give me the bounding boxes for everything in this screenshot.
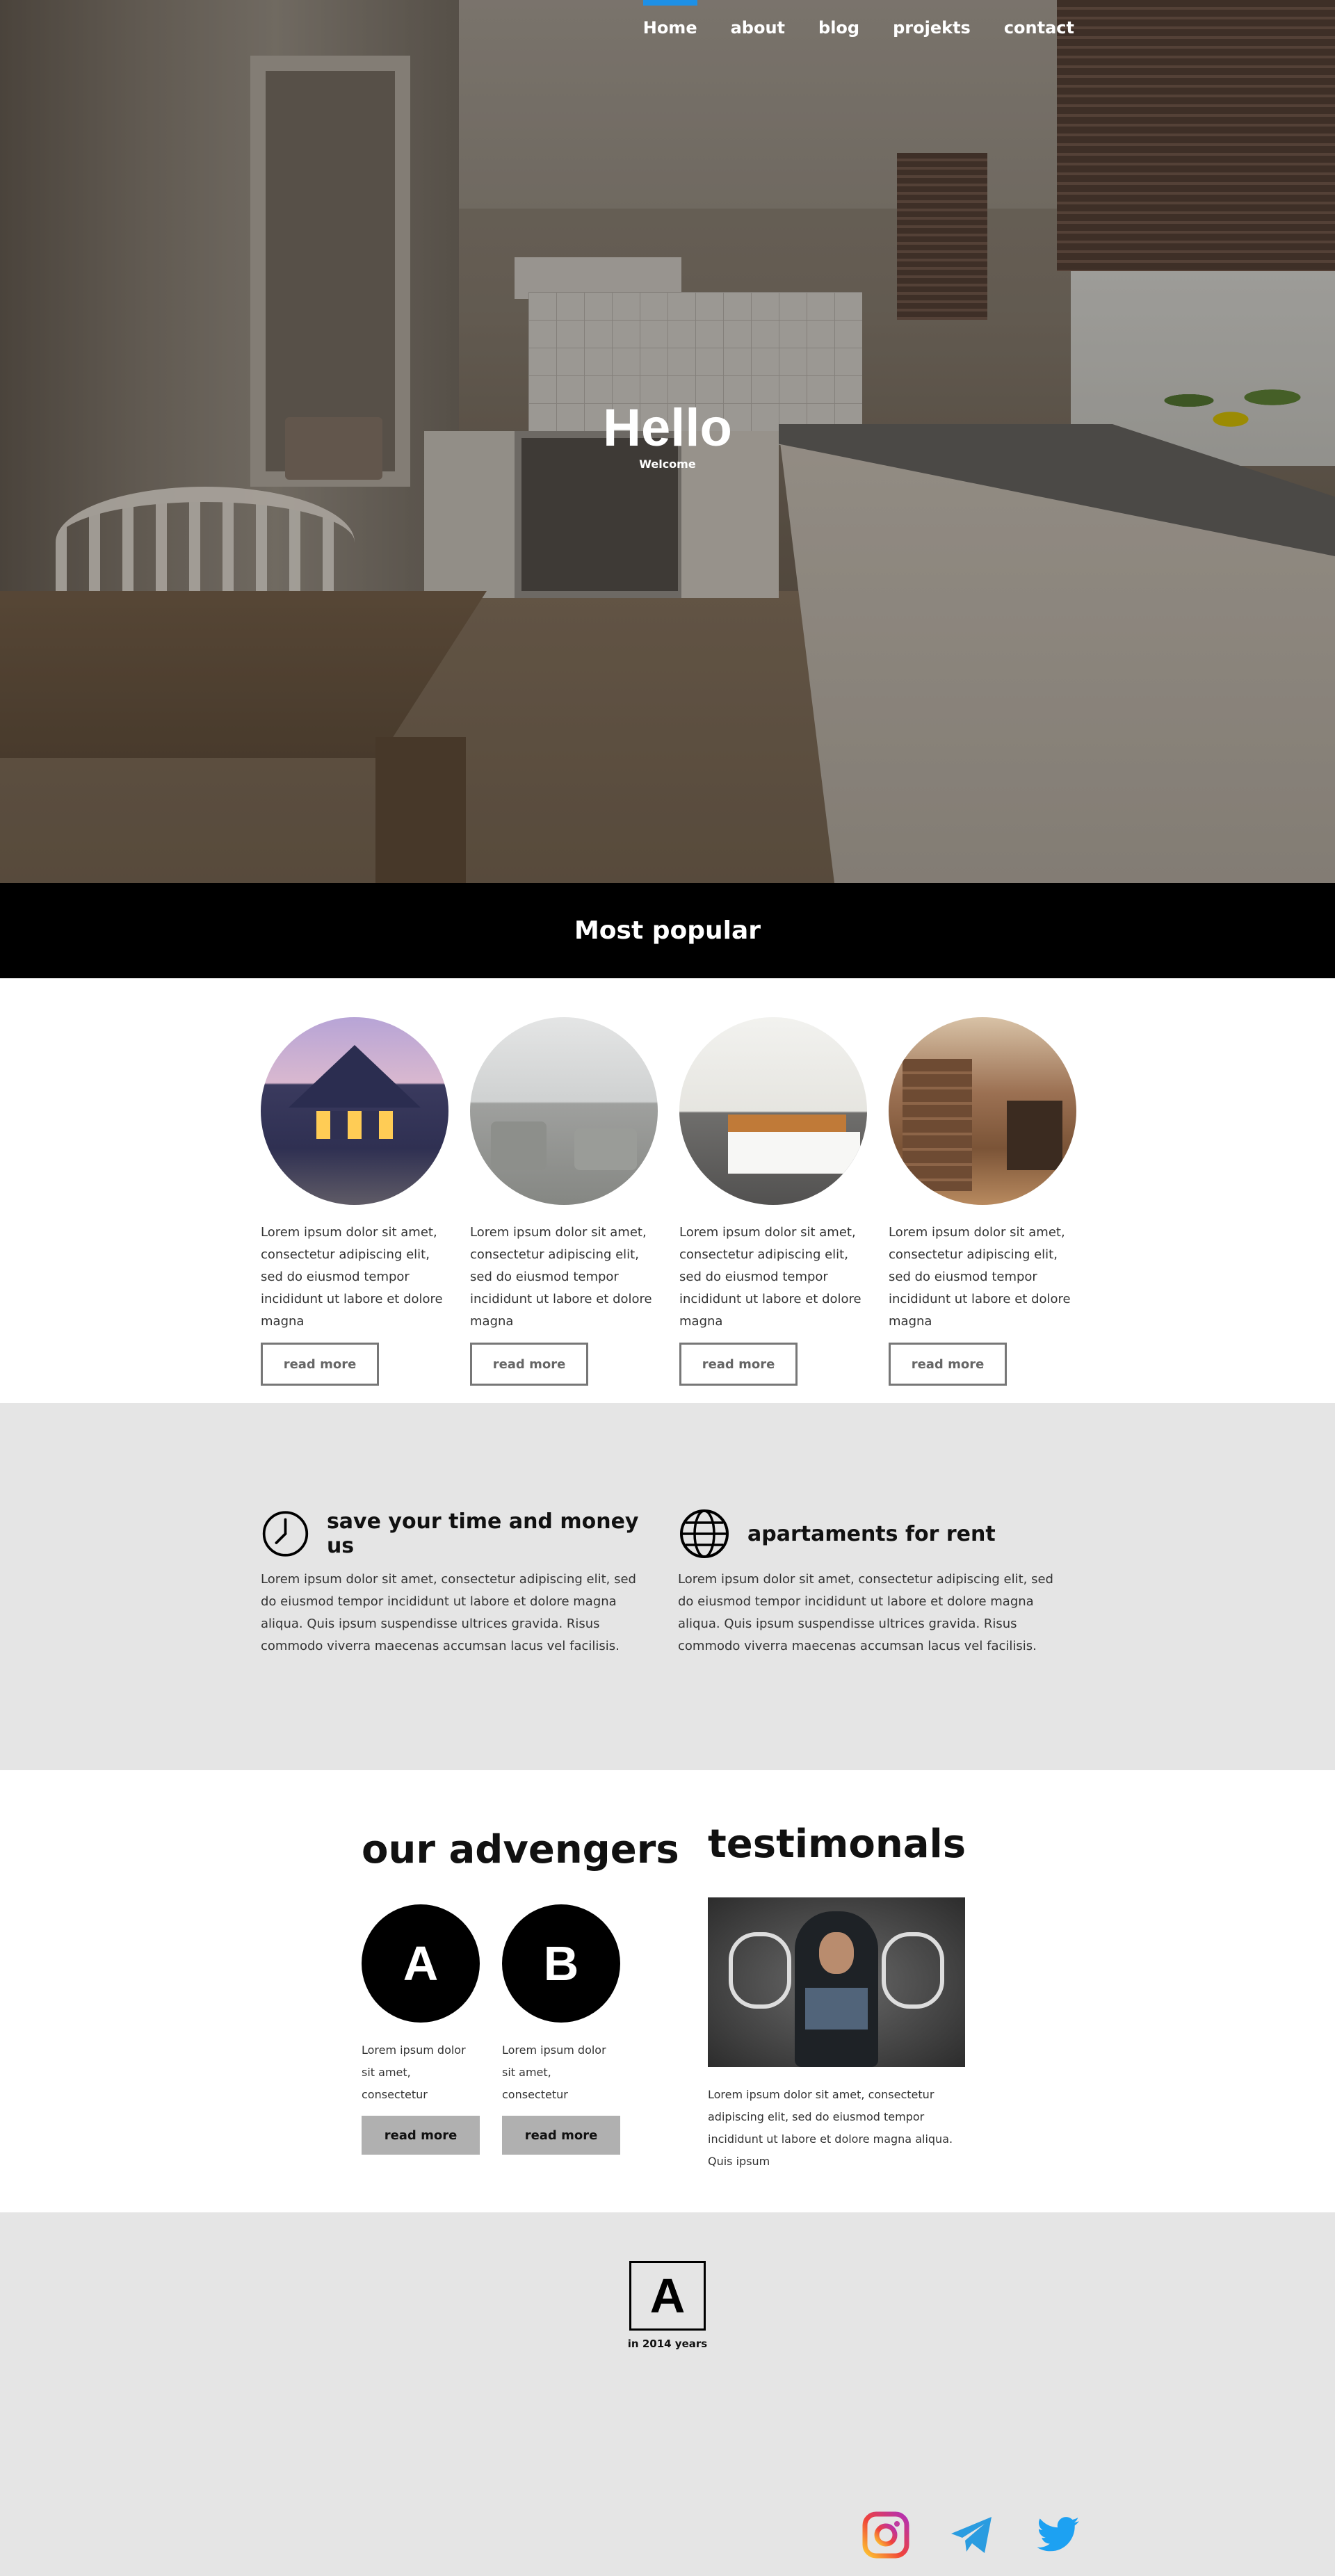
nav-home[interactable]: Home xyxy=(642,0,697,38)
globe-icon xyxy=(680,1509,729,1558)
member-card: A Lorem ipsum dolor sit amet, consectetu… xyxy=(362,1904,480,2155)
house-exterior-image[interactable] xyxy=(261,1017,448,1205)
white-kitchen-image[interactable] xyxy=(679,1017,867,1205)
twitter-icon[interactable] xyxy=(1035,2511,1082,2559)
footer-logo[interactable]: A xyxy=(629,2261,706,2331)
hero-section: Home about blog projekts contact Hello W… xyxy=(0,0,1335,883)
feature-text: Lorem ipsum dolor sit amet, consectetur … xyxy=(261,1572,636,1653)
feature-time-money: save your time and money us Lorem ipsum … xyxy=(261,1507,650,1658)
member-avatar: A xyxy=(362,1904,480,2023)
nav-blog[interactable]: blog xyxy=(818,0,859,38)
testimonial-photo xyxy=(708,1897,965,2067)
hero-subtitle: Welcome xyxy=(639,457,696,471)
read-more-button[interactable]: read more xyxy=(679,1343,798,1386)
card: Lorem ipsum dolor sit amet, consectetur … xyxy=(889,1017,1076,1386)
testimonial-text: Lorem ipsum dolor sit amet, consectetur … xyxy=(708,2088,953,2168)
instagram-icon[interactable] xyxy=(862,2511,909,2559)
read-more-button[interactable]: read more xyxy=(261,1343,379,1386)
nav-projekts[interactable]: projekts xyxy=(893,0,971,38)
read-more-button[interactable]: read more xyxy=(889,1343,1007,1386)
advengers-section: our advengers A Lorem ipsum dolor sit am… xyxy=(362,1827,679,2155)
card-text: Lorem ipsum dolor sit amet, consectetur … xyxy=(679,1225,861,1329)
feature-title: save your time and money us xyxy=(326,1509,639,1558)
logo-caption: in 2014 years xyxy=(627,2338,708,2350)
nav-contact[interactable]: contact xyxy=(1004,0,1074,38)
member-text: Lorem ipsum dolor sit amet, consectetur xyxy=(502,2043,606,2101)
read-more-button[interactable]: read more xyxy=(362,2116,480,2155)
main-nav: Home about blog projekts contact xyxy=(642,0,1074,56)
card: Lorem ipsum dolor sit amet, consectetur … xyxy=(261,1017,448,1386)
member-card: B Lorem ipsum dolor sit amet, consectetu… xyxy=(502,1904,620,2155)
advengers-title: our advengers xyxy=(362,1827,679,1872)
read-more-button[interactable]: read more xyxy=(502,2116,620,2155)
testimonials-section: testimonals Lorem ipsum dolor sit amet, … xyxy=(708,1822,972,2173)
footer: A in 2014 years xyxy=(0,2212,1335,2576)
hero-title: Hello xyxy=(603,398,732,457)
clock-icon xyxy=(262,1511,309,1557)
card: Lorem ipsum dolor sit amet, consectetur … xyxy=(679,1017,867,1386)
feature-apartments: apartaments for rent Lorem ipsum dolor s… xyxy=(678,1507,1067,1658)
living-room-image[interactable] xyxy=(470,1017,658,1205)
read-more-button[interactable]: read more xyxy=(470,1343,588,1386)
card-text: Lorem ipsum dolor sit amet, consectetur … xyxy=(470,1225,652,1329)
card-text: Lorem ipsum dolor sit amet, consectetur … xyxy=(261,1225,443,1329)
card-text: Lorem ipsum dolor sit amet, consectetur … xyxy=(889,1225,1071,1329)
social-links xyxy=(862,2511,1082,2559)
popular-cards: Lorem ipsum dolor sit amet, consectetur … xyxy=(261,1017,1076,1386)
telegram-icon[interactable] xyxy=(948,2511,996,2559)
features-section: save your time and money us Lorem ipsum … xyxy=(0,1403,1335,1770)
feature-text: Lorem ipsum dolor sit amet, consectetur … xyxy=(678,1572,1053,1653)
feature-title: apartaments for rent xyxy=(747,1521,996,1546)
section-title: Most popular xyxy=(574,916,761,945)
most-popular-bar: Most popular xyxy=(0,883,1335,978)
card: Lorem ipsum dolor sit amet, consectetur … xyxy=(470,1017,658,1386)
nav-about[interactable]: about xyxy=(731,0,785,38)
testimonials-title: testimonals xyxy=(708,1822,966,1867)
member-avatar: B xyxy=(502,1904,620,2023)
wood-kitchen-image[interactable] xyxy=(889,1017,1076,1205)
member-text: Lorem ipsum dolor sit amet, consectetur xyxy=(362,2043,466,2101)
